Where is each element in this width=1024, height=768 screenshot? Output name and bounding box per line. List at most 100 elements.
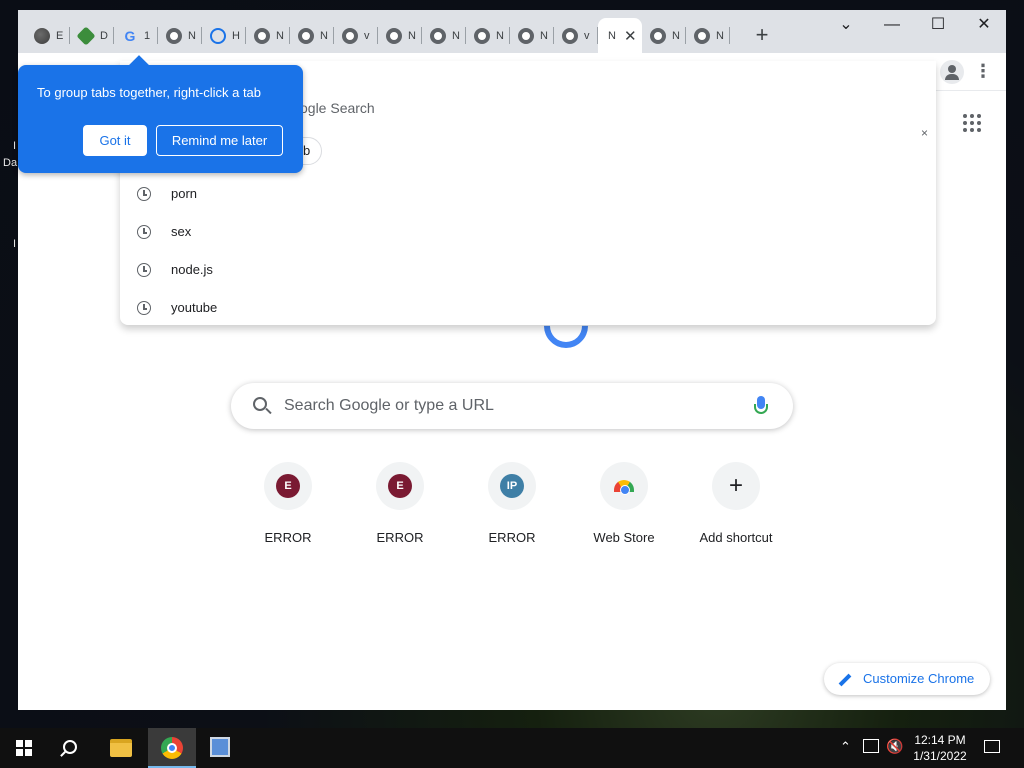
tab-title: N <box>540 29 548 42</box>
browser-tab[interactable]: N <box>290 18 334 53</box>
browser-tab[interactable]: v <box>554 18 598 53</box>
browser-tab[interactable]: N <box>510 18 554 53</box>
search-placeholder: Search Google or type a URL <box>284 397 494 414</box>
google-icon: G <box>124 27 136 44</box>
tab-search-button[interactable]: ⌄ <box>823 10 869 42</box>
clock-date: 1/31/2022 <box>913 749 967 763</box>
suggestion-text: porn <box>171 186 198 201</box>
shortcut-label: ERROR <box>376 530 424 545</box>
chrome-icon <box>694 27 710 44</box>
taskbar-tool-app[interactable] <box>197 728 245 768</box>
tab-title: N <box>672 29 680 42</box>
close-icon[interactable]: × <box>921 126 928 140</box>
notification-icon[interactable] <box>984 740 1000 753</box>
history-clock-icon <box>137 225 151 239</box>
chrome-icon <box>650 27 666 44</box>
shortcut-favicon: E <box>276 474 300 498</box>
suggestion-text: sex <box>171 224 192 239</box>
browser-tab[interactable]: E <box>26 18 70 53</box>
chrome-icon <box>342 27 358 44</box>
ntp-shortcut[interactable]: Web Store <box>568 462 680 545</box>
maximize-button[interactable]: ☐ <box>915 10 961 42</box>
shortcut-label: Add shortcut <box>699 530 773 545</box>
extension-icon <box>76 25 96 46</box>
shortcut-tile[interactable] <box>600 462 648 510</box>
tab-title: D <box>100 29 108 42</box>
ntp-shortcut[interactable]: + Add shortcut <box>680 462 792 545</box>
desktop-icon-label-fragment: Da <box>3 157 18 169</box>
shortcut-tile[interactable]: E <box>376 462 424 510</box>
pencil-icon <box>838 673 852 687</box>
windows-taskbar: ⌃ 🔇 12:14 PM 1/31/2022 <box>0 728 1024 768</box>
chevron-up-icon[interactable]: ⌃ <box>840 739 851 768</box>
profile-icon[interactable] <box>940 60 964 84</box>
browser-tab[interactable]: N ✕ <box>598 18 642 53</box>
desktop-icon-label-fragment: I <box>13 238 17 250</box>
browser-tab[interactable]: v <box>334 18 378 53</box>
globe-icon <box>34 27 50 44</box>
shortcut-label: ERROR <box>488 530 536 545</box>
chrome-icon <box>166 27 182 44</box>
browser-tab[interactable]: H <box>202 18 246 53</box>
web-store-icon <box>614 480 634 495</box>
browser-tab[interactable]: N <box>246 18 290 53</box>
windows-start-icon[interactable] <box>16 740 32 756</box>
suggestion-row[interactable]: youtube <box>120 289 936 327</box>
google-apps-icon[interactable] <box>963 114 981 132</box>
chrome-icon <box>298 27 314 44</box>
tab-title: N <box>496 29 504 42</box>
chrome-icon <box>518 27 534 44</box>
browser-tab[interactable]: N <box>686 18 730 53</box>
plus-icon: + <box>728 472 743 499</box>
microphone-icon[interactable] <box>754 396 768 414</box>
tab-title: N <box>608 29 616 42</box>
browser-tab[interactable]: N <box>378 18 422 53</box>
folder-icon <box>110 739 132 757</box>
browser-tab[interactable]: G1 <box>114 18 158 53</box>
browser-tab[interactable]: N <box>422 18 466 53</box>
new-tab-button[interactable]: + <box>748 22 776 50</box>
browser-tab[interactable]: N <box>158 18 202 53</box>
more-menu-icon[interactable]: ⋮ <box>973 61 993 83</box>
minimize-button[interactable]: — <box>869 10 915 42</box>
taskbar-chrome[interactable] <box>148 728 196 768</box>
close-tab-icon[interactable]: ✕ <box>624 27 637 45</box>
ntp-search-box[interactable]: Search Google or type a URL <box>231 383 793 429</box>
system-clock[interactable]: 12:14 PM 1/31/2022 <box>905 732 975 764</box>
taskbar-search-icon[interactable] <box>63 740 77 754</box>
history-clock-icon <box>137 263 151 277</box>
tab-title: N <box>276 29 284 42</box>
search-icon <box>253 397 267 411</box>
promo-text: To group tabs together, right-click a ta… <box>37 85 262 100</box>
chrome-icon <box>474 27 490 44</box>
ntp-shortcut[interactable]: IP ERROR <box>456 462 568 545</box>
history-clock-icon <box>137 301 151 315</box>
ntp-shortcut[interactable]: E ERROR <box>232 462 344 545</box>
suggestion-text: youtube <box>171 300 218 315</box>
suggestion-row[interactable]: porn <box>120 175 936 213</box>
tab-strip: + ⌄ — ☐ ✕ E D G 1 N H N Nv N N N Nv N ✕ N N <box>18 10 1006 53</box>
volume-muted-icon[interactable]: 🔇 <box>886 738 903 768</box>
suggestion-search-text[interactable]: ogle Search <box>300 100 375 116</box>
shortcut-tile[interactable]: + <box>712 462 760 510</box>
tab-title: E <box>56 29 64 42</box>
shortcut-label: Web Store <box>593 530 655 545</box>
shortcut-favicon: E <box>388 474 412 498</box>
got-it-button[interactable]: Got it <box>83 125 147 156</box>
close-window-button[interactable]: ✕ <box>961 10 1006 42</box>
shortcut-tile[interactable]: IP <box>488 462 536 510</box>
tab-title: v <box>364 29 370 42</box>
ntp-shortcut[interactable]: E ERROR <box>344 462 456 545</box>
remind-me-later-button[interactable]: Remind me later <box>156 125 283 156</box>
suggestion-row[interactable]: sex <box>120 213 936 251</box>
shortcut-tile[interactable]: E <box>264 462 312 510</box>
tab-title: N <box>716 29 724 42</box>
tab-title: v <box>584 29 590 42</box>
browser-tab[interactable]: N <box>466 18 510 53</box>
browser-tab[interactable]: D <box>70 18 114 53</box>
customize-chrome-button[interactable]: Customize Chrome <box>824 663 990 695</box>
browser-tab[interactable]: N <box>642 18 686 53</box>
taskbar-file-explorer[interactable] <box>98 728 146 768</box>
network-icon[interactable] <box>863 739 879 753</box>
suggestion-row[interactable]: node.js <box>120 251 936 289</box>
